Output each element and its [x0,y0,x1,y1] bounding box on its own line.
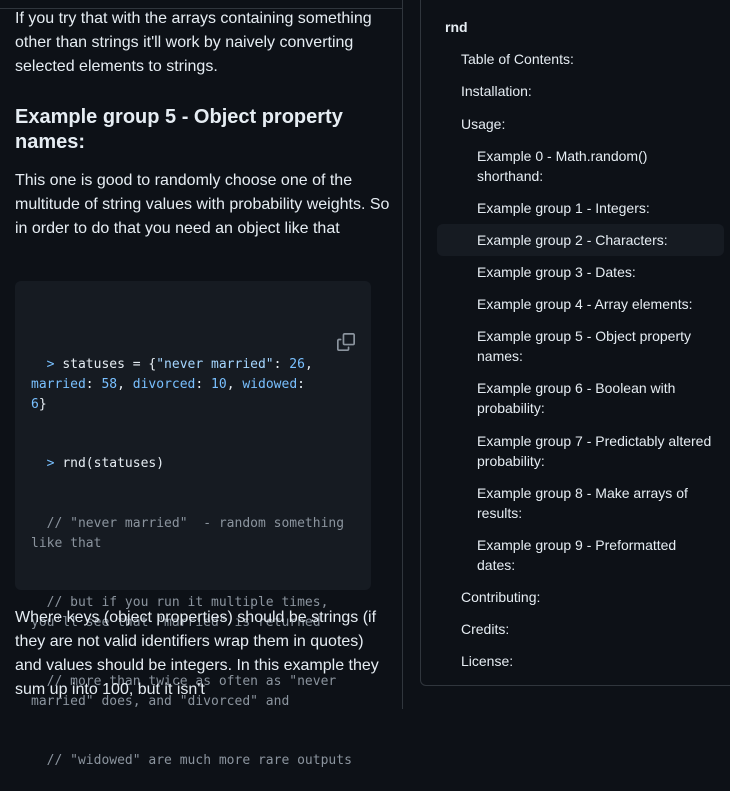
code-block: > statuses = {"never married": 26, marri… [15,281,371,768]
intro-paragraph: If you try that with the arrays containi… [15,10,372,75]
code-prompt: > [31,456,63,472]
code-line: > rnd(statuses) [31,454,355,474]
code-token: "never married" [156,357,274,373]
toc-item-license[interactable]: License: [461,651,513,671]
code-token: : [297,377,305,393]
code-token: : [85,377,102,393]
code-token: divorced [132,377,196,393]
keys-paragraph: Where keys (object properties) should be… [15,609,379,698]
toc-item-example-0[interactable]: Example 0 - Math.random() shorthand: [477,146,667,186]
toc-item-example-8[interactable]: Example group 8 - Make arrays of results… [477,483,702,523]
code-token: : [273,357,290,373]
code-token: } [38,396,47,412]
code-token: , [117,377,133,393]
toc-item-rnd[interactable]: rnd [445,17,468,37]
toc-item-example-5[interactable]: Example group 5 - Object property names: [477,326,702,366]
toc-item-example-4[interactable]: Example group 4 - Array elements: [477,294,717,314]
toc-item-example-9[interactable]: Example group 9 - Preformatted dates: [477,535,687,575]
toc-item-example-1[interactable]: Example group 1 - Integers: [477,198,717,218]
toc-item-usage[interactable]: Usage: [461,114,505,134]
toc-item-credits[interactable]: Credits: [461,619,509,639]
code-token: 10 [211,377,227,393]
toc-item-installation[interactable]: Installation: [461,81,532,101]
code-token: widowed [242,377,298,393]
code-token: rnd(statuses) [62,456,165,472]
description-paragraph: This one is good to randomly choose one … [15,172,390,237]
code-token: , [304,357,313,373]
code-comment: // "never married" - random something li… [31,515,352,551]
code-token: married [31,377,86,393]
section-heading: Example group 5 - Object property names: [15,106,343,153]
toc-item-example-6[interactable]: Example group 6 - Boolean with probabili… [477,378,687,418]
code-token: statuses = { [62,357,157,373]
code-comment: // "widowed" are much more rare outputs [31,753,352,769]
copy-button[interactable] [337,293,357,351]
code-line: > statuses = {"never married": 26, marri… [31,355,355,414]
code-token: 6 [31,396,39,412]
code-token: , [226,377,243,393]
code-token: 26 [289,357,305,373]
code-token: : [195,377,212,393]
copy-icon [337,332,355,351]
code-token: 58 [101,377,118,393]
toc-item-example-3[interactable]: Example group 3 - Dates: [477,262,717,282]
code-prompt: > [31,357,63,373]
toc-item-example-2[interactable]: Example group 2 - Characters: [477,230,717,250]
toc-item-example-7[interactable]: Example group 7 - Predictably altered pr… [477,431,717,471]
toc-item-table-of-contents[interactable]: Table of Contents: [461,49,574,69]
toc-item-contributing[interactable]: Contributing: [461,587,540,607]
